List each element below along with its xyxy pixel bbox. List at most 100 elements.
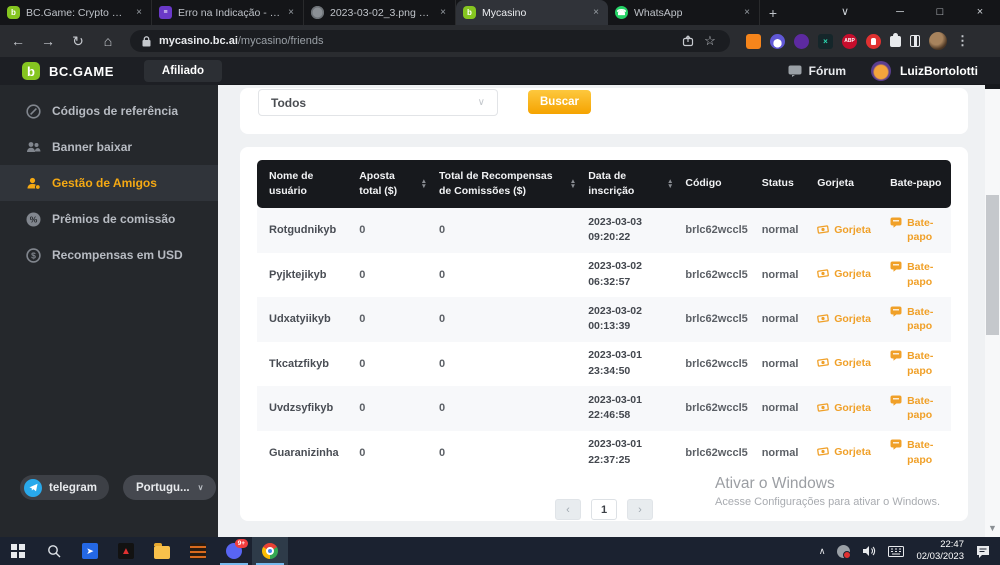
language-selector[interactable]: Portugu... ∨ [123, 475, 217, 500]
current-page-button[interactable]: 1 [591, 499, 617, 520]
tab-close-icon[interactable]: × [134, 7, 144, 18]
user-avatar[interactable] [871, 61, 891, 81]
browser-menu-icon[interactable]: ⋮ [956, 33, 969, 49]
tab-erro-indicacao[interactable]: ≡ Erro na Indicação - BC.Game × [152, 0, 304, 25]
bookmark-star-icon[interactable]: ☆ [702, 33, 718, 49]
taskbar-chrome[interactable] [252, 537, 288, 565]
system-tray: ∧ 22:47 02/03/2023 [819, 539, 1000, 564]
tip-link[interactable]: Gorjeta [817, 267, 878, 282]
chat-link[interactable]: Bate-papo [890, 260, 951, 289]
tip-link[interactable]: Gorjeta [817, 445, 878, 460]
sidebar-item-commission-rewards[interactable]: % Prêmios de comissão [0, 201, 218, 237]
side-panel-icon[interactable] [910, 35, 920, 47]
taskbar-app-striped[interactable] [180, 537, 216, 565]
sidebar-footer: telegram Portugu... ∨ [20, 475, 216, 500]
x-extension-icon[interactable]: × [818, 34, 833, 49]
chrome-icon [262, 543, 278, 559]
minimize-button[interactable]: ─ [880, 0, 920, 25]
scrollbar-down-arrow[interactable]: ▼ [985, 523, 1000, 533]
tray-app-icon[interactable] [837, 545, 850, 558]
reload-icon[interactable]: ↻ [70, 33, 86, 50]
next-page-button[interactable]: › [627, 499, 653, 520]
col-signup-date[interactable]: Data de inscrição ▲▼ [576, 169, 673, 199]
user-name[interactable]: LuizBortolotti [900, 64, 978, 78]
sidebar-item-friends-management[interactable]: Gestão de Amigos [0, 165, 218, 201]
banner-icon [26, 140, 41, 155]
tip-link[interactable]: Gorjeta [817, 312, 878, 327]
tab-whatsapp[interactable]: ☎ WhatsApp × [608, 0, 760, 25]
extensions-area: × ABP ⋮ [746, 32, 969, 50]
app-header: b BC.GAME Afiliado Fórum LuizBortolotti [0, 57, 1000, 85]
hand-blocker-icon[interactable] [866, 34, 881, 49]
tab-png-image[interactable]: 2023-03-02_3.png (1024×76 × [304, 0, 456, 25]
col-bet-total[interactable]: Aposta total ($) ▲▼ [347, 169, 427, 199]
extensions-puzzle-icon[interactable] [890, 36, 901, 47]
chat-bubble-icon [890, 306, 902, 317]
taskbar-app-dark-red[interactable]: ▲ [108, 537, 144, 565]
forum-link[interactable]: Fórum [788, 64, 846, 78]
close-window-button[interactable]: × [960, 0, 1000, 25]
taskbar-search-button[interactable] [36, 537, 72, 565]
page-scrollbar[interactable]: ▼ [985, 89, 1000, 537]
address-bar[interactable]: mycasino.bc.ai/mycasino/friends ☆ [130, 30, 730, 52]
chat-link[interactable]: Bate-papo [890, 438, 951, 467]
home-icon[interactable]: ⌂ [100, 33, 116, 49]
chat-link[interactable]: Bate-papo [890, 349, 951, 378]
friends-table-card: Nome de usuário Aposta total ($) ▲▼ Tota… [240, 147, 968, 521]
chat-link[interactable]: Bate-papo [890, 394, 951, 423]
volume-icon[interactable] [862, 545, 876, 557]
touch-keyboard-icon[interactable] [888, 546, 904, 557]
sidebar-item-referral-codes[interactable]: Códigos de referência [0, 93, 218, 129]
cell-signup-date: 2023-03-01 22:37:25 [576, 437, 673, 469]
prev-page-button[interactable]: ‹ [555, 499, 581, 520]
taskbar-discord[interactable]: 9+ [216, 537, 252, 565]
purple-wallet-icon[interactable] [794, 34, 809, 49]
tab-mycasino-active[interactable]: b Mycasino × [456, 0, 608, 25]
tab-close-icon[interactable]: × [742, 7, 752, 18]
scrollbar-thumb[interactable] [986, 195, 999, 335]
tab-search-chevron-icon[interactable]: ∨ [822, 0, 868, 25]
tab-bcgame-casino[interactable]: b BC.Game: Crypto Casino Gam × [0, 0, 152, 25]
cell-bet-total: 0 [347, 224, 427, 236]
chat-link[interactable]: Bate-papo [890, 305, 951, 334]
cell-chat: Bate-papo [878, 438, 951, 467]
svg-text:%: % [30, 214, 38, 224]
browser-profile-avatar[interactable] [929, 32, 947, 50]
forward-icon[interactable]: → [40, 33, 56, 49]
sidebar-item-usd-rewards[interactable]: $ Recompensas em USD [0, 237, 218, 273]
chat-bubble-icon [890, 261, 902, 272]
taskbar-app-blue-arrow[interactable]: ➤ [72, 537, 108, 565]
cell-username: Uvdzsyfikyb [257, 402, 347, 414]
windows-logo-icon [11, 544, 25, 558]
chat-link[interactable]: Bate-papo [890, 216, 951, 245]
tip-link[interactable]: Gorjeta [817, 356, 878, 371]
search-button[interactable]: Buscar [528, 90, 591, 114]
affiliate-button[interactable]: Afiliado [144, 60, 222, 82]
tip-link[interactable]: Gorjeta [817, 401, 878, 416]
bcgame-logo[interactable]: b [22, 62, 40, 80]
tray-chevron-icon[interactable]: ∧ [819, 546, 826, 557]
new-tab-button[interactable]: + [760, 0, 786, 25]
telegram-button[interactable]: telegram [20, 475, 109, 500]
sidebar-item-banner-download[interactable]: Banner baixar [0, 129, 218, 165]
col-commission-rewards[interactable]: Total de Recompensas de Comissões ($) ▲▼ [427, 169, 576, 199]
url-domain: mycasino.bc.ai [159, 35, 238, 47]
start-button[interactable] [0, 537, 36, 565]
taskbar-clock[interactable]: 22:47 02/03/2023 [916, 539, 964, 564]
share-icon[interactable] [682, 35, 694, 47]
metamask-icon[interactable] [746, 34, 761, 49]
back-icon[interactable]: ← [10, 33, 26, 49]
filter-card: Todos ∨ Buscar [240, 88, 968, 134]
col-status: Status [750, 176, 806, 191]
friends-filter-select[interactable]: Todos ∨ [258, 89, 498, 116]
taskbar-file-explorer[interactable] [144, 537, 180, 565]
tip-link[interactable]: Gorjeta [817, 223, 878, 238]
action-center-icon[interactable] [976, 545, 990, 558]
tab-close-icon[interactable]: × [438, 7, 448, 18]
phantom-wallet-icon[interactable] [770, 34, 785, 49]
tab-close-icon[interactable]: × [286, 7, 296, 18]
adblock-plus-icon[interactable]: ABP [842, 34, 857, 49]
tab-close-icon[interactable]: × [591, 7, 601, 18]
cell-code: brlc62wccl5 [673, 224, 749, 236]
maximize-button[interactable]: □ [920, 0, 960, 25]
